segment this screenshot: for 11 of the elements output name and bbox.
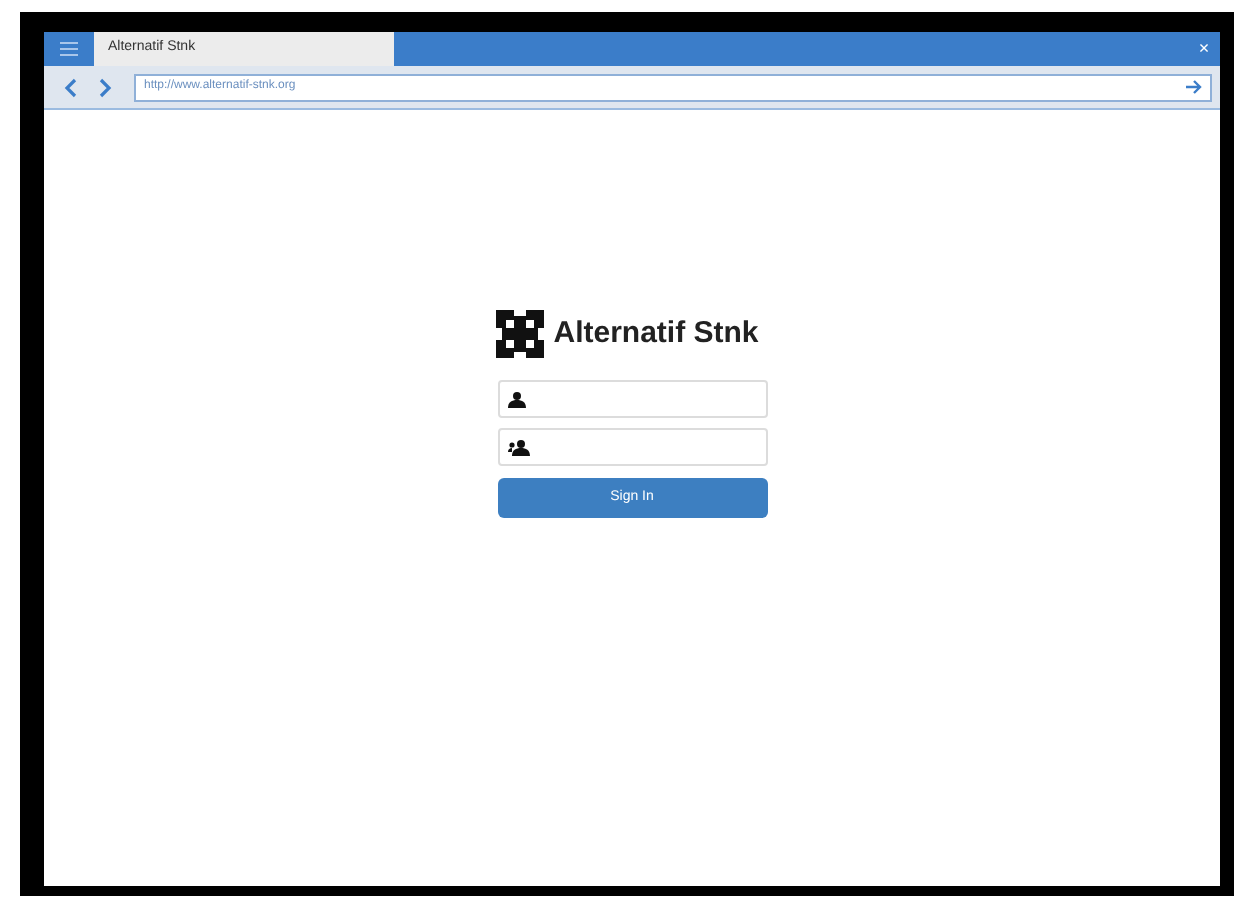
user-icon <box>507 391 525 407</box>
users-icon <box>507 439 529 455</box>
back-icon[interactable] <box>64 77 78 97</box>
menu-icon <box>60 42 78 56</box>
password-field[interactable] <box>497 428 767 466</box>
forward-icon[interactable] <box>98 77 112 97</box>
logo-icon <box>495 310 544 358</box>
username-field[interactable] <box>497 380 767 418</box>
go-arrow-icon[interactable] <box>1186 80 1202 94</box>
brand-name: Alternatif Stnk <box>553 313 759 354</box>
close-button[interactable]: × <box>1190 32 1218 66</box>
